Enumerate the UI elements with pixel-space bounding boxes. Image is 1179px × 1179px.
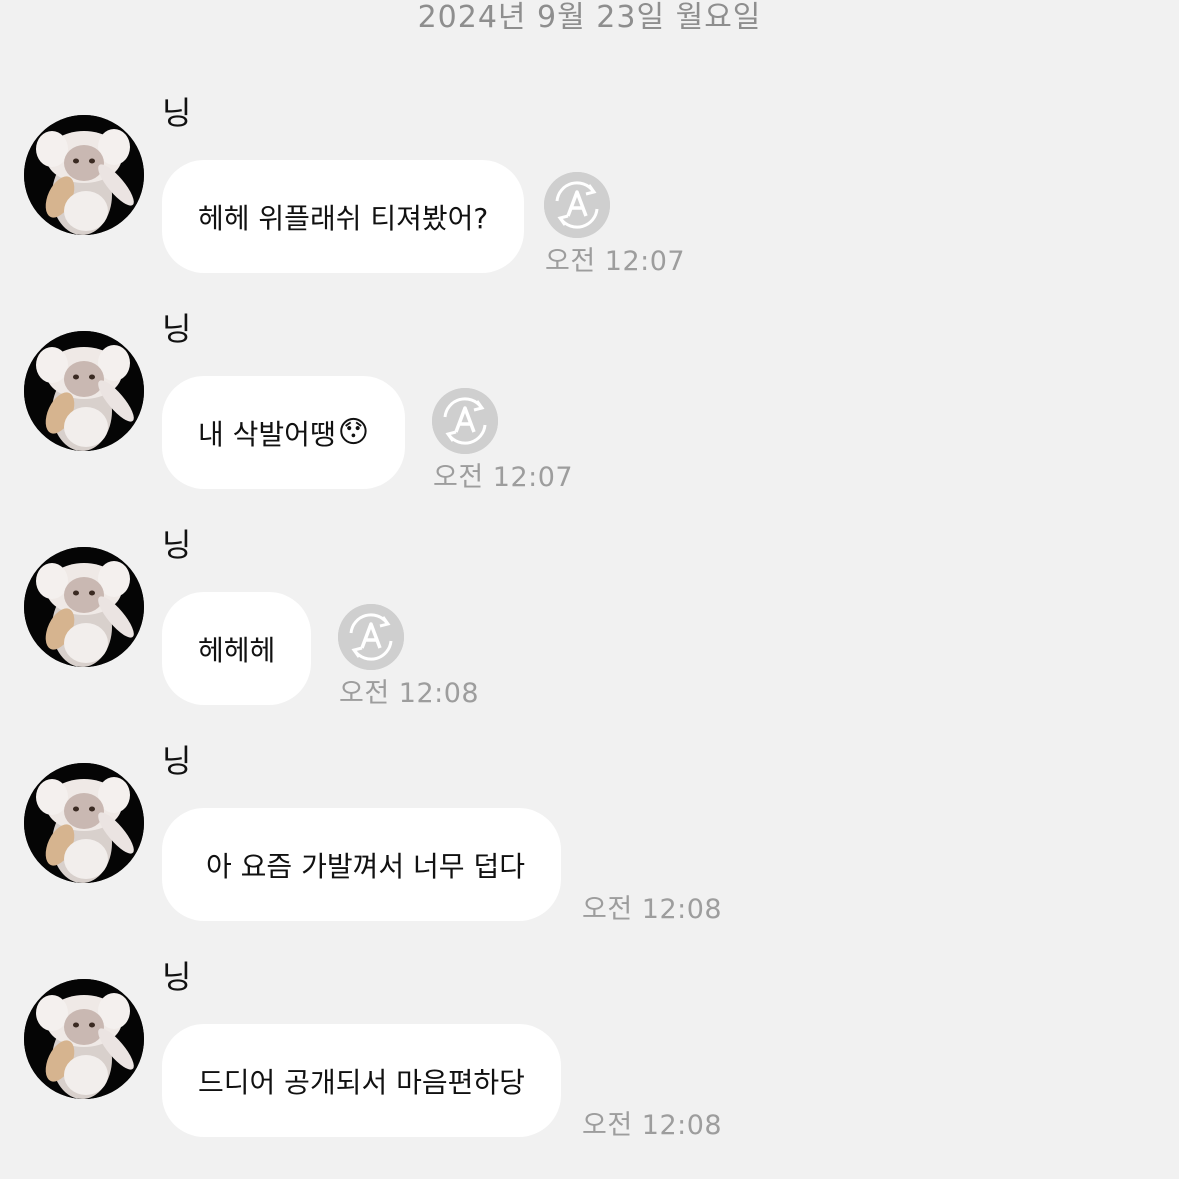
message-row: 닝 아 요즘 가발껴서 너무 덥다 오전 12:08: [0, 742, 1179, 963]
auto-translate-icon: [338, 604, 404, 670]
cat-avatar-icon: [24, 763, 144, 883]
translate-button[interactable]: [544, 172, 610, 238]
avatar[interactable]: [24, 763, 144, 883]
message-text: 내 삭발어땡: [198, 417, 336, 451]
message-timestamp: 오전 12:07: [433, 462, 574, 493]
sender-name: 닝: [162, 94, 192, 132]
message-text: 드디어 공개되서 마음편하당: [198, 1065, 525, 1099]
cat-avatar-icon: [24, 331, 144, 451]
sender-name: 닝: [162, 958, 192, 996]
message-text: 헤헤헤: [198, 633, 276, 667]
surprised-face-icon: 😯: [337, 415, 369, 450]
auto-translate-icon: [544, 172, 610, 238]
cat-avatar-icon: [24, 115, 144, 235]
message-text: 아 요즘 가발껴서 너무 덥다: [206, 849, 525, 883]
message-bubble[interactable]: 아 요즘 가발껴서 너무 덥다: [162, 808, 561, 921]
message-bubble[interactable]: 헤헤헤: [162, 592, 312, 705]
message-timestamp: 오전 12:08: [582, 1110, 723, 1141]
sender-name: 닝: [162, 526, 192, 564]
message-timestamp: 오전 12:07: [545, 246, 686, 277]
message-text: 헤헤 위플래쉬 티져봤어?: [198, 201, 489, 235]
message-bubble[interactable]: 내 삭발어땡 😯: [162, 376, 405, 489]
message-row: 닝 드디어 공개되서 마음편하당 오전 12:08: [0, 958, 1179, 1179]
auto-translate-icon: [432, 388, 498, 454]
avatar[interactable]: [24, 331, 144, 451]
message-timestamp: 오전 12:08: [339, 678, 480, 709]
message-row: 닝 헤헤헤 오전 12:08: [0, 526, 1179, 747]
message-row: 닝 내 삭발어땡 😯 오전 12:07: [0, 310, 1179, 531]
date-divider: 2024년 9월 23일 월요일: [417, 0, 762, 35]
message-bubble[interactable]: 헤헤 위플래쉬 티져봤어?: [162, 160, 525, 273]
avatar[interactable]: [24, 115, 144, 235]
sender-name: 닝: [162, 742, 192, 780]
avatar[interactable]: [24, 979, 144, 1099]
sender-name: 닝: [162, 310, 192, 348]
message-bubble[interactable]: 드디어 공개되서 마음편하당: [162, 1024, 561, 1137]
cat-avatar-icon: [24, 979, 144, 1099]
cat-avatar-icon: [24, 547, 144, 667]
translate-button[interactable]: [338, 604, 404, 670]
message-timestamp: 오전 12:08: [582, 894, 723, 925]
message-row: 닝 헤헤 위플래쉬 티져봤어? 오전 12:07: [0, 94, 1179, 315]
avatar[interactable]: [24, 547, 144, 667]
translate-button[interactable]: [432, 388, 498, 454]
